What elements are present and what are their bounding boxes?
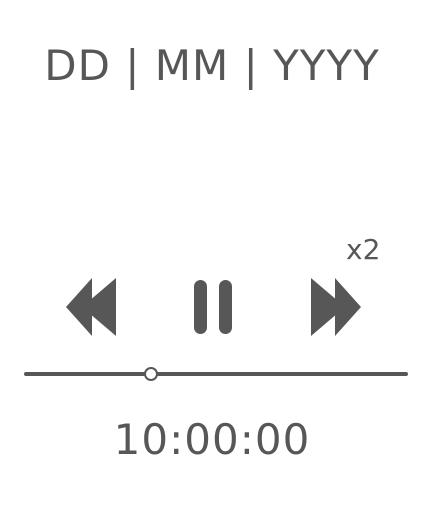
fast-forward-icon — [311, 278, 361, 336]
date-format-label: DD | MM | YYYY — [44, 41, 380, 90]
rewind-icon — [66, 278, 116, 336]
pause-button[interactable] — [194, 280, 232, 334]
playback-timeline[interactable] — [24, 359, 408, 389]
current-time-label: 10:00:00 — [113, 415, 311, 464]
rewind-button[interactable] — [66, 278, 116, 336]
playback-speed-label[interactable]: x2 — [346, 232, 380, 268]
fast-forward-button[interactable] — [311, 278, 361, 336]
pause-icon — [194, 280, 232, 334]
timeline-scrubber-handle[interactable] — [143, 367, 158, 381]
timeline-track[interactable] — [24, 372, 408, 376]
